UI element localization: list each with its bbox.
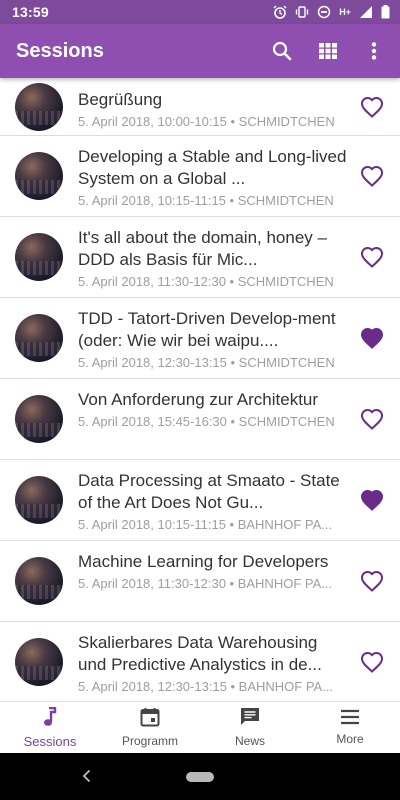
session-meta: 5. April 2018, 11:30-12:30 • SCHMIDTCHEN: [78, 274, 334, 289]
session-avatar: [15, 314, 63, 362]
nav-item-programm[interactable]: Programm: [100, 702, 200, 753]
session-title: Developing a Stable and Long-lived Syste…: [78, 147, 347, 188]
music-note-icon: [43, 706, 57, 732]
status-bar: 13:59 H+: [0, 0, 400, 24]
session-avatar: [15, 557, 63, 605]
signal-icon: [359, 5, 373, 19]
calendar-icon: [140, 707, 160, 732]
session-row[interactable]: Begrüßung 5. April 2018, 10:00-10:15 • SC…: [0, 78, 400, 136]
app-bar-actions: [268, 37, 388, 65]
do-not-disturb-icon: [317, 5, 331, 19]
session-meta: 5. April 2018, 15:45-16:30 • SCHMIDTCHEN: [78, 414, 335, 429]
vibrate-icon: [295, 5, 309, 19]
session-title: It's all about the domain, honey – DDD a…: [78, 228, 327, 269]
session-row[interactable]: TDD - Tatort-Driven Develop-ment (oder: …: [0, 298, 400, 379]
session-row[interactable]: It's all about the domain, honey – DDD a…: [0, 217, 400, 298]
session-avatar: [15, 83, 63, 131]
favorite-heart-icon[interactable]: [360, 408, 384, 430]
session-list[interactable]: Begrüßung 5. April 2018, 10:00-10:15 • SC…: [0, 78, 400, 701]
session-row[interactable]: Machine Learning for Developers 5. April …: [0, 541, 400, 622]
app-bar: Sessions: [0, 24, 400, 78]
network-type-label: H+: [339, 7, 351, 17]
nav-label: Programm: [121, 734, 178, 748]
session-avatar: [15, 233, 63, 281]
session-meta: 5. April 2018, 11:30-12:30 • BAHNHOF PA.…: [78, 576, 333, 591]
nav-item-news[interactable]: News: [200, 702, 300, 753]
session-avatar: [15, 638, 63, 686]
favorite-heart-icon[interactable]: [360, 327, 384, 349]
nav-label: Sessions: [23, 733, 77, 749]
more-vert-icon[interactable]: [360, 37, 388, 65]
menu-icon: [340, 709, 360, 730]
session-meta: 5. April 2018, 12:30-13:15 • BAHNHOF PA.…: [78, 679, 334, 694]
battery-icon: [381, 5, 390, 19]
session-meta: 5. April 2018, 12:30-13:15 • SCHMIDTCHEN: [78, 355, 335, 370]
session-title: Data Processing at Smaato - State of the…: [78, 471, 340, 512]
session-title: Skalierbares Data Warehousing und Predic…: [78, 633, 322, 674]
chat-message-icon: [240, 707, 260, 732]
nav-label: News: [234, 734, 265, 748]
session-row[interactable]: Data Processing at Smaato - State of the…: [0, 460, 400, 541]
session-title: Machine Learning for Developers: [78, 552, 329, 571]
grid-view-icon[interactable]: [314, 37, 342, 65]
session-meta: 5. April 2018, 10:15-11:15 • SCHMIDTCHEN: [78, 193, 334, 208]
favorite-heart-icon[interactable]: [360, 246, 384, 268]
nav-label: More: [336, 732, 364, 746]
session-row[interactable]: Developing a Stable and Long-lived Syste…: [0, 136, 400, 217]
session-title: TDD - Tatort-Driven Develop-ment (oder: …: [78, 309, 336, 350]
favorite-heart-icon[interactable]: [360, 570, 384, 592]
status-icons: H+: [273, 5, 390, 19]
favorite-heart-icon[interactable]: [360, 96, 384, 118]
session-avatar: [15, 152, 63, 200]
session-avatar: [15, 476, 63, 524]
nav-item-sessions[interactable]: Sessions: [0, 702, 100, 753]
status-time: 13:59: [12, 4, 49, 20]
session-avatar: [15, 395, 63, 443]
alarm-icon: [273, 5, 287, 19]
favorite-heart-icon[interactable]: [360, 165, 384, 187]
session-meta: 5. April 2018, 10:00-10:15 • SCHMIDTCHEN: [78, 114, 335, 129]
system-navigation-bar: [0, 753, 400, 800]
favorite-heart-icon[interactable]: [360, 489, 384, 511]
session-meta: 5. April 2018, 10:15-11:15 • BAHNHOF PA.…: [78, 517, 333, 532]
home-button[interactable]: [186, 771, 214, 782]
back-icon[interactable]: [78, 767, 96, 785]
search-icon[interactable]: [268, 37, 296, 65]
favorite-heart-icon[interactable]: [360, 651, 384, 673]
bottom-navigation: Sessions Programm News More: [0, 701, 400, 753]
session-title: Von Anforderung zur Architektur: [78, 390, 319, 409]
session-row[interactable]: Skalierbares Data Warehousing und Predic…: [0, 622, 400, 701]
nav-item-more[interactable]: More: [300, 702, 400, 753]
session-row[interactable]: Von Anforderung zur Architektur 5. April …: [0, 379, 400, 460]
page-title: Sessions: [16, 39, 104, 62]
session-title: Begrüßung: [78, 90, 163, 109]
